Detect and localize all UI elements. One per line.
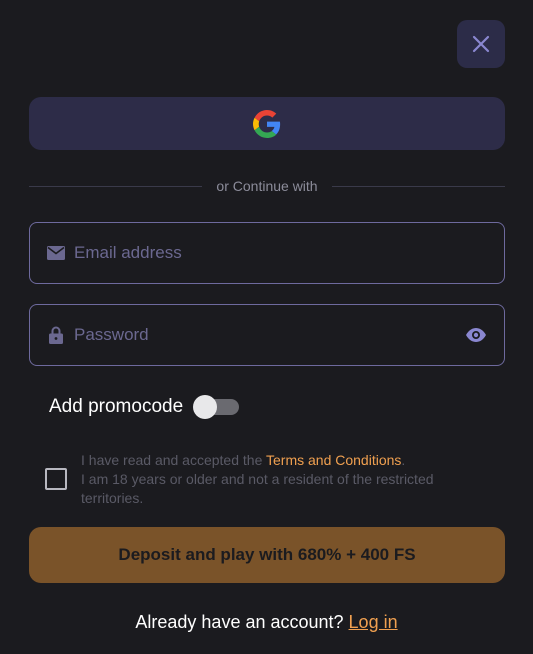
terms-row: I have read and accepted the Terms and C… — [45, 451, 495, 508]
terms-suffix: . — [401, 452, 406, 468]
divider-line-left — [29, 185, 203, 187]
promocode-toggle[interactable] — [193, 395, 240, 419]
login-link[interactable]: Log in — [349, 612, 398, 632]
email-input[interactable] — [74, 243, 488, 263]
close-icon — [472, 35, 490, 53]
toggle-knob — [193, 395, 218, 419]
close-button[interactable] — [457, 20, 505, 68]
google-icon — [253, 109, 281, 138]
password-field[interactable] — [29, 304, 505, 366]
lock-icon — [46, 325, 66, 345]
terms-text: I have read and accepted the Terms and C… — [81, 451, 495, 508]
deposit-button[interactable]: Deposit and play with 680% + 400 FS — [29, 527, 505, 583]
divider-line-right — [331, 185, 506, 187]
email-field[interactable] — [29, 222, 505, 284]
continue-with-divider: or Continue with — [29, 176, 506, 196]
password-input[interactable] — [74, 325, 464, 345]
login-footer: Already have an account? Log in — [0, 612, 533, 633]
terms-checkbox[interactable] — [45, 468, 67, 490]
login-prompt: Already have an account? — [135, 612, 349, 632]
terms-prefix: I have read and accepted the — [81, 452, 266, 468]
terms-link[interactable]: Terms and Conditions — [266, 452, 401, 468]
age-declaration: I am 18 years or older and not a residen… — [81, 471, 434, 506]
google-signin-button[interactable] — [29, 97, 505, 150]
divider-text: or Continue with — [216, 178, 318, 194]
eye-icon[interactable] — [464, 323, 488, 347]
promocode-row: Add promocode — [49, 395, 240, 419]
promocode-label: Add promocode — [49, 396, 184, 417]
envelope-icon — [46, 243, 66, 263]
